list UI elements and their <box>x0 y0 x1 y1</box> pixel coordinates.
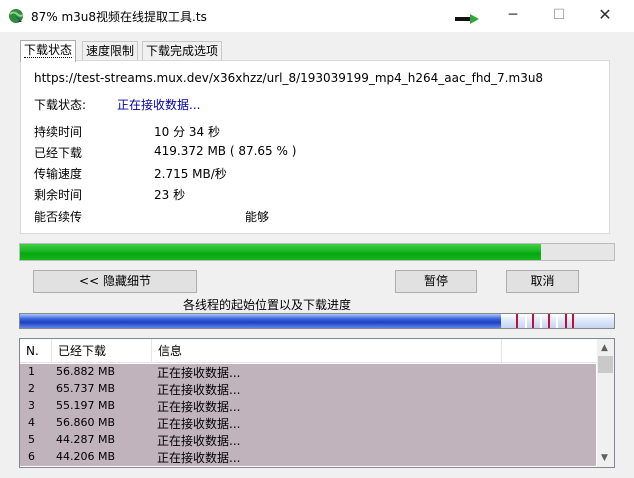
row-downloaded: 55.197 MB <box>56 399 116 412</box>
table-row[interactable]: 4 56.860 MB 正在接收数据... <box>20 415 596 432</box>
remaining-value: 23 秒 <box>154 188 186 202</box>
row-info: 正在接收数据... <box>157 434 241 448</box>
green-arrow-icon[interactable] <box>455 14 479 24</box>
scroll-up-icon[interactable]: ▲ <box>601 343 608 353</box>
table-row[interactable]: 5 44.287 MB 正在接收数据... <box>20 432 596 449</box>
column-header-blank[interactable] <box>502 339 598 363</box>
row-number: 6 <box>28 450 35 463</box>
thread-marker <box>572 314 574 328</box>
table-row[interactable]: 2 65.737 MB 正在接收数据... <box>20 381 596 398</box>
column-header-info[interactable]: 信息 <box>152 339 502 363</box>
row-downloaded: 44.287 MB <box>56 433 116 446</box>
column-header-downloaded[interactable]: 已经下载 <box>52 339 152 363</box>
resume-value: 能够 <box>245 210 270 224</box>
close-button[interactable]: ✕ <box>582 0 628 32</box>
thread-marker <box>548 314 550 328</box>
thread-marker <box>556 314 558 328</box>
cancel-button[interactable]: 取消 <box>506 270 579 293</box>
duration-value: 10 分 34 秒 <box>154 125 220 139</box>
download-url: https://test-streams.mux.dev/x36xhzz/url… <box>34 71 544 85</box>
row-number: 5 <box>28 433 35 446</box>
row-info: 正在接收数据... <box>157 366 241 380</box>
table-row[interactable]: 6 44.206 MB 正在接收数据... <box>20 449 596 466</box>
minimize-button[interactable]: ─ <box>490 0 536 32</box>
title-bar: 87% m3u8视频在线提取工具.ts ─ ☐ ✕ <box>0 0 634 32</box>
table-row[interactable]: 3 55.197 MB 正在接收数据... <box>20 398 596 415</box>
resume-label: 能否续传 <box>34 210 83 224</box>
download-progress-fill <box>20 244 541 260</box>
status-value: 正在接收数据... <box>117 98 201 112</box>
status-label: 下载状态: <box>34 98 87 112</box>
table-row[interactable]: 1 56.882 MB 正在接收数据... <box>20 364 596 381</box>
row-info: 正在接收数据... <box>157 451 241 465</box>
thread-marker <box>516 314 518 328</box>
hide-details-button[interactable]: << 隐藏细节 <box>33 270 197 293</box>
speed-value: 2.715 MB/秒 <box>154 167 227 181</box>
thread-marker <box>565 314 567 328</box>
tab-download-status-label: 下载状态 <box>24 43 73 58</box>
status-panel: https://test-streams.mux.dev/x36xhzz/url… <box>20 60 610 234</box>
tab-completion-options[interactable]: 下载完成选项 <box>142 41 223 61</box>
row-number: 3 <box>28 399 35 412</box>
tab-download-status[interactable]: 下载状态 <box>20 40 77 62</box>
row-info: 正在接收数据... <box>157 383 241 397</box>
thread-marker <box>540 314 542 328</box>
thread-list[interactable]: N. 已经下载 信息 1 56.882 MB 正在接收数据... 2 65.73… <box>19 338 615 468</box>
window-title: 87% m3u8视频在线提取工具.ts <box>31 10 207 24</box>
download-progress-bar <box>19 243 615 261</box>
remaining-label: 剩余时间 <box>34 188 83 202</box>
thread-progress-bar <box>19 313 615 329</box>
thread-marker <box>525 314 527 328</box>
row-downloaded: 65.737 MB <box>56 382 116 395</box>
threads-caption: 各线程的起始位置以及下载进度 <box>182 298 351 312</box>
row-downloaded: 44.206 MB <box>56 450 116 463</box>
vertical-scrollbar[interactable]: ▲ ▼ <box>597 339 614 467</box>
row-info: 正在接收数据... <box>157 400 241 414</box>
scroll-down-icon[interactable]: ▼ <box>601 453 608 463</box>
tab-speed-limit[interactable]: 速度限制 <box>82 41 139 61</box>
row-number: 2 <box>28 382 35 395</box>
downloaded-value: 419.372 MB ( 87.65 % ) <box>154 144 297 158</box>
maximize-button[interactable]: ☐ <box>536 0 582 32</box>
speed-label: 传输速度 <box>34 167 83 181</box>
row-downloaded: 56.860 MB <box>56 416 116 429</box>
row-downloaded: 56.882 MB <box>56 365 116 378</box>
column-header-number[interactable]: N. <box>20 339 52 363</box>
row-number: 4 <box>28 416 35 429</box>
thread-marker <box>532 314 534 328</box>
row-info: 正在接收数据... <box>157 417 241 431</box>
downloaded-label: 已经下载 <box>34 146 83 160</box>
scroll-thumb[interactable] <box>598 356 613 373</box>
pause-button[interactable]: 暂停 <box>395 270 477 293</box>
app-globe-icon <box>9 9 24 23</box>
duration-label: 持续时间 <box>34 125 83 139</box>
row-number: 1 <box>28 365 35 378</box>
